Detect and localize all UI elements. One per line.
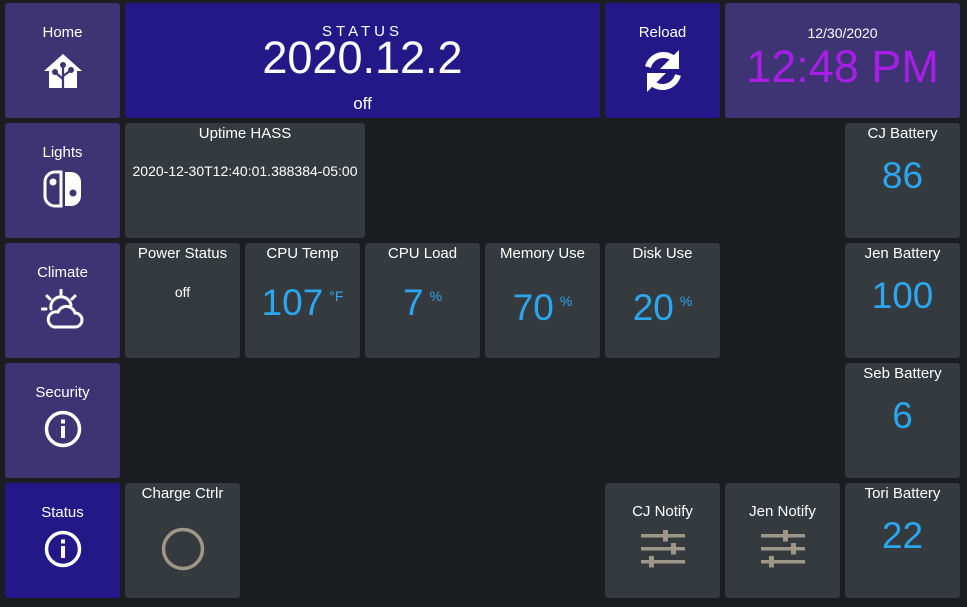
cj-battery-tile[interactable]: CJ Battery 86 (845, 123, 960, 238)
cpu-load-tile[interactable]: CPU Load 7% (365, 243, 480, 358)
weather-partly-cloudy-icon (5, 289, 120, 331)
charge-ctrl-label: Charge Ctrlr (141, 485, 224, 502)
uptime-label: Uptime HASS (198, 125, 292, 142)
info-icon (5, 530, 120, 568)
status-version-panel: STATUS 2020.12.2 off (125, 3, 600, 118)
power-status-tile[interactable]: Power Status off (125, 243, 240, 358)
jen-battery-label: Jen Battery (864, 245, 941, 262)
cj-notify-tile[interactable]: CJ Notify (605, 483, 720, 598)
version-value: 2020.12.2 (262, 32, 463, 83)
memory-use-label: Memory Use (499, 245, 585, 262)
status-state: off (353, 94, 372, 113)
jen-battery-tile[interactable]: Jen Battery 100 (845, 243, 960, 358)
memory-use-value: 70 (512, 287, 554, 328)
cpu-temp-value: 107 (261, 282, 324, 323)
cj-notify-label: CJ Notify (632, 503, 693, 520)
nav-status-tile[interactable]: Status (5, 483, 120, 598)
disk-use-value: 20 (632, 287, 674, 328)
cj-battery-label: CJ Battery (867, 125, 938, 142)
cpu-load-unit: % (429, 288, 443, 304)
clock-date: 12/30/2020 (807, 25, 878, 41)
nav-home-tile[interactable]: Home (5, 3, 120, 118)
reload-button[interactable]: Reload (605, 3, 720, 118)
memory-use-tile[interactable]: Memory Use 70% (485, 243, 600, 358)
power-status-label: Power Status (137, 245, 228, 262)
seb-battery-tile[interactable]: Seb Battery 6 (845, 363, 960, 478)
nav-lights-tile[interactable]: Lights (5, 123, 120, 238)
tori-battery-tile[interactable]: Tori Battery 22 (845, 483, 960, 598)
seb-battery-value: 6 (892, 395, 913, 436)
nav-home-label: Home (42, 24, 83, 41)
seb-battery-label: Seb Battery (863, 365, 942, 382)
nav-climate-tile[interactable]: Climate (5, 243, 120, 358)
home-assistant-icon (5, 51, 120, 91)
circle-outline-icon (125, 526, 240, 572)
cpu-temp-label: CPU Temp (266, 245, 339, 262)
nav-lights-label: Lights (42, 144, 83, 161)
charge-ctrl-tile[interactable]: Charge Ctrlr (125, 483, 240, 598)
disk-use-unit: % (679, 293, 693, 309)
clock-time: 12:48 PM (746, 41, 939, 92)
tori-battery-label: Tori Battery (864, 485, 941, 502)
nav-security-label: Security (35, 384, 90, 401)
tune-sliders-icon (605, 529, 720, 569)
info-icon (5, 410, 120, 448)
nav-climate-label: Climate (37, 264, 88, 281)
tori-battery-value: 22 (881, 515, 924, 556)
disk-use-tile[interactable]: Disk Use 20% (605, 243, 720, 358)
clock-tile: 12/30/2020 12:48 PM (725, 3, 960, 118)
cj-battery-value: 86 (881, 155, 924, 196)
memory-use-unit: % (559, 293, 573, 309)
nav-security-tile[interactable]: Security (5, 363, 120, 478)
uptime-value: 2020-12-30T12:40:01.388384-05:00 (132, 163, 358, 179)
refresh-icon (605, 47, 720, 95)
nav-status-label: Status (41, 504, 84, 521)
nintendo-switch-icon (5, 169, 120, 209)
cpu-load-value: 7 (402, 282, 424, 323)
jen-notify-tile[interactable]: Jen Notify (725, 483, 840, 598)
reload-label: Reload (638, 24, 687, 41)
disk-use-label: Disk Use (632, 245, 693, 262)
cpu-load-label: CPU Load (387, 245, 458, 262)
power-status-value: off (174, 284, 191, 300)
cpu-temp-tile[interactable]: CPU Temp 107 °F (245, 243, 360, 358)
jen-battery-value: 100 (871, 275, 934, 316)
jen-notify-label: Jen Notify (749, 503, 816, 520)
cpu-temp-unit: °F (329, 288, 344, 304)
tune-sliders-icon (725, 529, 840, 569)
uptime-hass-tile[interactable]: Uptime HASS 2020-12-30T12:40:01.388384-0… (125, 123, 365, 238)
